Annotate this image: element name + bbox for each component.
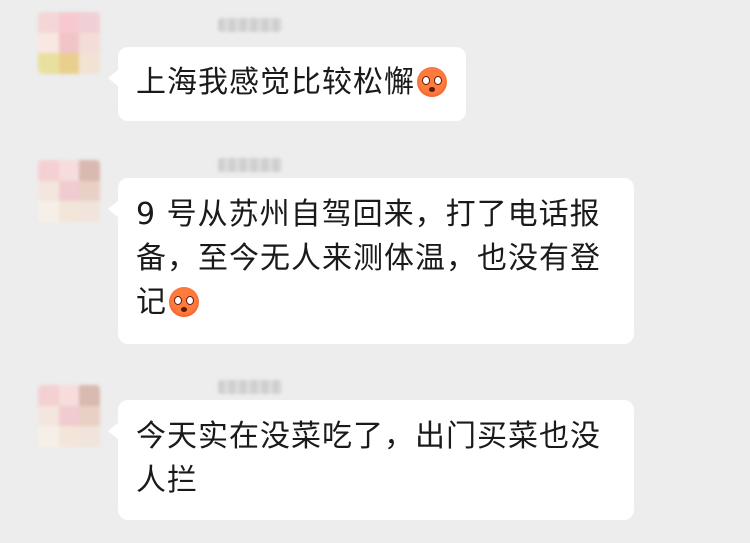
chat-window: 上海我感觉比较松懈 9 号从苏州自驾回来，打了电话报 备，至今无人来测体温，也没… bbox=[0, 0, 750, 543]
avatar-pixel bbox=[58, 32, 80, 54]
avatar-pixel bbox=[58, 426, 80, 447]
avatar-pixel bbox=[79, 32, 100, 54]
avatar-pixel bbox=[58, 385, 80, 406]
avatar-pixel bbox=[58, 53, 80, 74]
message-text-line: 记 bbox=[136, 285, 167, 320]
message-bubble[interactable]: 9 号从苏州自驾回来，打了电话报 备，至今无人来测体温，也没有登 记 bbox=[108, 178, 634, 344]
message-text-line: 人拦 bbox=[136, 463, 198, 498]
avatar-pixel bbox=[79, 405, 100, 427]
avatar-pixel bbox=[38, 32, 59, 54]
avatar-pixel bbox=[79, 201, 100, 222]
avatar[interactable] bbox=[38, 12, 100, 74]
avatar-pixel bbox=[38, 426, 59, 447]
avatar-pixel bbox=[58, 12, 80, 33]
avatar-pixel bbox=[38, 201, 59, 222]
sender-name-blurred bbox=[218, 158, 282, 172]
sender-name-blurred bbox=[218, 18, 282, 32]
avatar-pixel bbox=[79, 160, 100, 181]
message-text-line: 9 号从苏州自驾回来，打了电话报 bbox=[136, 197, 601, 232]
avatar[interactable] bbox=[38, 160, 100, 222]
flushed-face-icon bbox=[169, 287, 199, 317]
avatar-pixel bbox=[79, 426, 100, 447]
message-bubble[interactable]: 今天实在没菜吃了，出门买菜也没 人拦 bbox=[108, 400, 634, 520]
message-text-line: 今天实在没菜吃了，出门买菜也没 bbox=[136, 419, 601, 454]
message-text-line: 上海我感觉比较松懈 bbox=[136, 65, 415, 100]
sender-name-blurred bbox=[218, 380, 282, 394]
avatar-pixel bbox=[58, 160, 80, 181]
avatar-pixel bbox=[38, 53, 59, 74]
avatar-pixel bbox=[38, 160, 59, 181]
avatar-pixel bbox=[79, 180, 100, 202]
avatar-pixel bbox=[38, 385, 59, 406]
message-bubble[interactable]: 上海我感觉比较松懈 bbox=[108, 47, 466, 121]
avatar-pixel bbox=[38, 12, 59, 33]
avatar-pixel bbox=[79, 12, 100, 33]
avatar-pixel bbox=[58, 405, 80, 427]
avatar[interactable] bbox=[38, 385, 100, 447]
avatar-pixel bbox=[79, 53, 100, 74]
avatar-pixel bbox=[58, 201, 80, 222]
avatar-pixel bbox=[38, 405, 59, 427]
avatar-pixel bbox=[79, 385, 100, 406]
avatar-pixel bbox=[58, 180, 80, 202]
flushed-face-icon bbox=[417, 67, 447, 97]
avatar-pixel bbox=[38, 180, 59, 202]
message-text-line: 备，至今无人来测体温，也没有登 bbox=[136, 241, 601, 276]
